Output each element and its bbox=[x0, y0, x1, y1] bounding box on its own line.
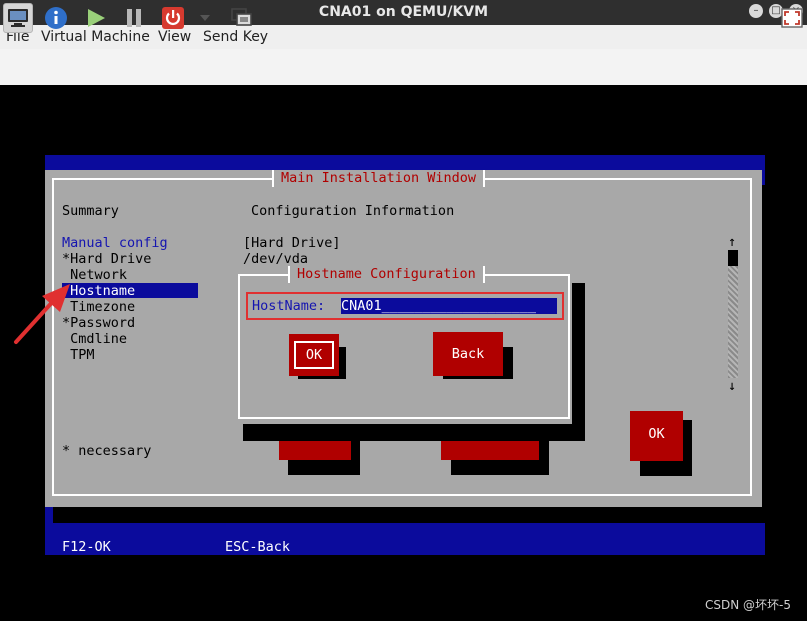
necessary-note: * necessary bbox=[62, 443, 152, 459]
footer-esc: ESC-Back bbox=[225, 539, 291, 555]
power-icon bbox=[162, 7, 184, 29]
fullscreen-button[interactable] bbox=[777, 3, 807, 33]
hostname-dialog-shadow bbox=[243, 424, 585, 441]
hostname-field-label: HostName: bbox=[252, 298, 326, 314]
shutdown-menu-button[interactable] bbox=[193, 3, 217, 33]
dialog-ok-inner: OK bbox=[294, 341, 334, 369]
monitor-icon bbox=[8, 9, 28, 27]
dialog-back-button[interactable]: Back bbox=[433, 332, 503, 376]
details-button[interactable] bbox=[41, 3, 71, 33]
manual-config-heading: Manual config bbox=[62, 235, 168, 251]
snapshots-button[interactable] bbox=[227, 3, 257, 33]
annotation-arrow-icon bbox=[14, 284, 70, 344]
play-icon bbox=[88, 9, 105, 27]
dialog-ok-label: OK bbox=[305, 347, 323, 363]
main-ok-label: OK bbox=[648, 426, 665, 442]
info-icon bbox=[45, 7, 67, 29]
scrollbar-track[interactable] bbox=[728, 250, 738, 378]
pause-icon bbox=[127, 9, 141, 27]
info-line-device: /dev/vda bbox=[243, 251, 309, 267]
hostname-dialog-title: Hostname Configuration bbox=[288, 266, 485, 283]
scroll-down-arrow[interactable]: ↓ bbox=[728, 378, 736, 394]
hostname-input[interactable]: CNA01___________________ bbox=[341, 298, 557, 314]
toolbar bbox=[0, 49, 807, 86]
main-ok-button[interactable]: OK bbox=[630, 411, 683, 461]
config-heading: Configuration Information bbox=[251, 203, 455, 219]
menu-item-hard-drive[interactable]: *Hard Drive bbox=[62, 251, 151, 267]
scroll-up-arrow[interactable]: ↑ bbox=[728, 234, 736, 250]
shutdown-button[interactable] bbox=[158, 3, 188, 33]
chevron-down-icon bbox=[200, 15, 210, 21]
dialog-back-label: Back bbox=[451, 346, 485, 362]
info-line-hard-drive: [Hard Drive] bbox=[243, 235, 341, 251]
run-button[interactable] bbox=[81, 3, 111, 33]
snapshot-icon bbox=[231, 8, 252, 26]
dialog-ok-button[interactable]: OK bbox=[289, 334, 339, 376]
scrollbar-thumb[interactable] bbox=[728, 250, 738, 266]
footer-f12: F12-OK bbox=[62, 539, 111, 555]
summary-heading: Summary bbox=[62, 203, 119, 219]
hostname-dialog-shadow-right bbox=[571, 283, 585, 441]
pause-button[interactable] bbox=[119, 3, 149, 33]
minimize-button[interactable]: – bbox=[749, 4, 763, 18]
fullscreen-icon bbox=[781, 8, 803, 28]
console-view-button[interactable] bbox=[3, 3, 33, 33]
watermark: CSDN @坏坏-5 bbox=[705, 598, 791, 612]
window-shadow bbox=[53, 507, 765, 523]
main-window-title: Main Installation Window bbox=[272, 170, 486, 187]
